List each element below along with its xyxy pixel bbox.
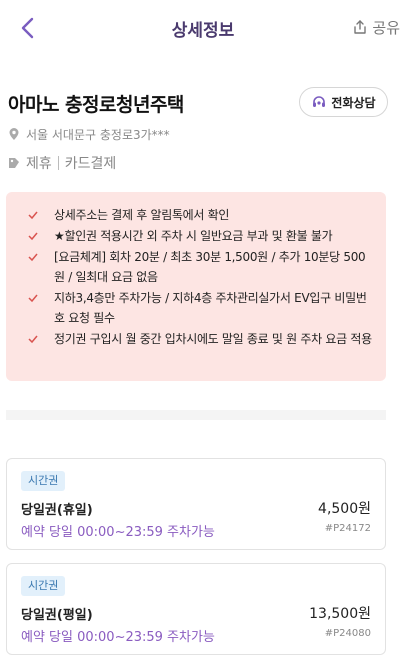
share-icon xyxy=(354,20,367,34)
notice-item: 상세주소는 결제 후 알림톡에서 확인 xyxy=(28,205,372,225)
call-consult-button[interactable]: 전화상담 xyxy=(299,87,388,117)
check-icon xyxy=(28,335,38,344)
check-icon xyxy=(28,253,38,262)
ticket-name: 당일권(휴일) xyxy=(21,503,93,518)
ticket-type-badge: 시간권 xyxy=(21,576,66,596)
notice-text: ★할인권 적용시간 외 주차 시 일반요금 부과 및 환불 불가 xyxy=(54,229,333,243)
notice-text: [요금체계] 회차 20분 / 최초 30분 1,500원 / 추가 10분당 … xyxy=(54,250,366,284)
notice-box: 상세주소는 결제 후 알림톡에서 확인 ★할인권 적용시간 외 주차 시 일반요… xyxy=(6,192,386,381)
ticket-code: #P24080 xyxy=(324,628,371,639)
place-header: 아마노 충정로청년주택 전화상담 xyxy=(8,87,388,118)
ticket-type-badge: 시간권 xyxy=(21,471,66,491)
ticket-code: #P24172 xyxy=(324,523,371,534)
check-icon xyxy=(28,211,38,220)
share-button[interactable]: 공유 xyxy=(352,16,400,38)
ticket-name: 당일권(평일) xyxy=(21,608,93,623)
tag-divider xyxy=(57,156,59,170)
tag-card-payment: 카드결제 xyxy=(64,156,117,172)
address-row: 서울 서대문구 충정로3가*** xyxy=(8,125,170,143)
share-label: 공유 xyxy=(372,18,400,37)
ticket-card[interactable]: 시간권 당일권(평일) 13,500원 예약 당일 00:00~23:59 주차… xyxy=(6,563,386,655)
notice-item: [요금체계] 회차 20분 / 최초 30분 1,500원 / 추가 10분당 … xyxy=(28,247,372,287)
notice-item: 정기권 구입시 월 중간 입차시에도 말일 종료 및 원 주차 요금 적용 xyxy=(28,329,372,349)
location-pin-icon xyxy=(9,128,19,140)
tag-icon xyxy=(9,158,19,168)
ticket-price: 13,500원 xyxy=(309,606,371,622)
ticket-available-time: 예약 당일 00:00~23:59 주차가능 xyxy=(21,525,215,540)
notice-text: 상세주소는 결제 후 알림톡에서 확인 xyxy=(54,208,230,222)
ticket-price: 4,500원 xyxy=(318,501,371,517)
ticket-card[interactable]: 시간권 당일권(휴일) 4,500원 예약 당일 00:00~23:59 주차가… xyxy=(6,458,386,550)
top-header: 상세정보 공유 xyxy=(0,0,406,56)
tag-affiliate: 제휴 xyxy=(26,156,52,172)
notice-item: 지하3,4층만 주차가능 / 지하4층 주차관리실가서 EV입구 비밀번호 요청… xyxy=(28,288,372,328)
notice-text: 지하3,4층만 주차가능 / 지하4층 주차관리실가서 EV입구 비밀번호 요청… xyxy=(54,291,367,325)
check-icon xyxy=(28,294,38,303)
check-icon xyxy=(28,232,38,241)
ticket-available-time: 예약 당일 00:00~23:59 주차가능 xyxy=(21,630,215,645)
page-title: 상세정보 xyxy=(171,21,235,41)
call-consult-label: 전화상담 xyxy=(331,95,376,110)
notice-item: ★할인권 적용시간 외 주차 시 일반요금 부과 및 환불 불가 xyxy=(28,226,372,246)
section-divider xyxy=(6,410,386,420)
tags-row: 제휴 카드결제 xyxy=(8,153,116,173)
headset-icon xyxy=(313,96,326,107)
address-text: 서울 서대문구 충정로3가*** xyxy=(26,127,170,142)
notice-text: 정기권 구입시 월 중간 입차시에도 말일 종료 및 원 주차 요금 적용 xyxy=(54,332,372,346)
place-title: 아마노 충정로청년주택 xyxy=(8,94,184,116)
